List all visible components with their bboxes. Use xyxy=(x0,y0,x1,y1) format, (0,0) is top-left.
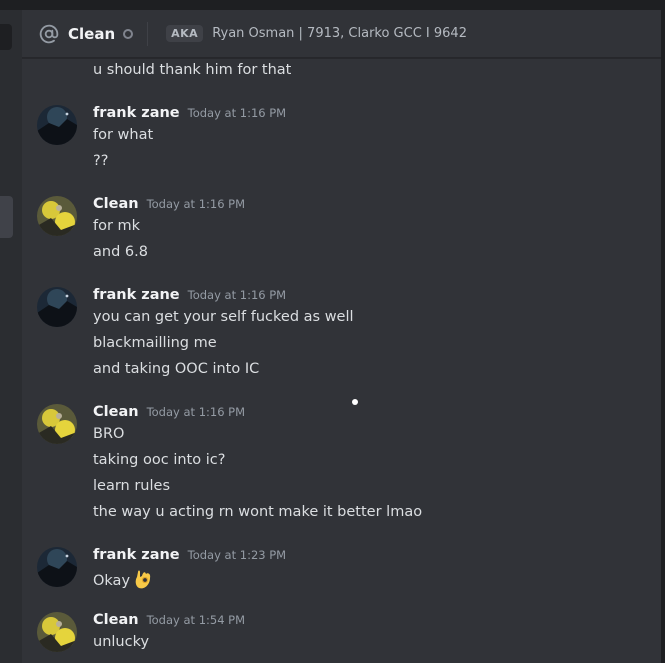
dm-recipient-name[interactable]: Clean xyxy=(68,25,115,43)
message-header: Clean Today at 1:54 PM xyxy=(93,612,245,628)
message-header: Clean Today at 1:16 PM xyxy=(93,404,245,420)
message-text: taking ooc into ic? xyxy=(93,452,226,468)
timestamp: Today at 1:54 PM xyxy=(146,613,246,627)
message-text-okay: Okay xyxy=(93,573,131,589)
author-name[interactable]: frank zane xyxy=(93,547,180,563)
channel-header: Clean AKA Ryan Osman | 7913, Clarko GCC … xyxy=(22,10,661,58)
message-header: Clean Today at 1:16 PM xyxy=(93,196,245,212)
avatar-frank-zane[interactable] xyxy=(37,287,77,327)
message-text: for what xyxy=(93,127,154,143)
message-text: you can get your self fucked as well xyxy=(93,309,354,325)
message-text: blackmailling me xyxy=(93,335,217,351)
mouse-cursor xyxy=(352,399,358,405)
message-text: and taking OOC into IC xyxy=(93,361,260,377)
offline-status-icon xyxy=(123,28,134,39)
author-name[interactable]: Clean xyxy=(93,404,139,420)
avatar-frank-zane[interactable] xyxy=(37,547,77,587)
avatar-clean[interactable] xyxy=(37,612,77,652)
selected-dm-indicator[interactable] xyxy=(0,196,13,238)
message-text: unlucky xyxy=(93,634,150,650)
author-name[interactable]: Clean xyxy=(93,612,139,628)
message-list: u should thank him for that frank zane T… xyxy=(22,59,661,663)
at-sign-icon xyxy=(38,23,60,45)
window-top-strip xyxy=(0,0,665,10)
aka-badge: AKA xyxy=(166,25,204,42)
channel-sidebar-edge xyxy=(0,10,22,663)
author-name[interactable]: frank zane xyxy=(93,287,180,303)
message-text: for mk xyxy=(93,218,141,234)
message-text: and 6.8 xyxy=(93,244,148,260)
message-header: frank zane Today at 1:16 PM xyxy=(93,105,286,121)
message-text: u should thank him for that xyxy=(93,62,292,78)
aka-names: Ryan Osman | 7913, Clarko GCC I 9642 xyxy=(212,26,467,41)
message-text: BRO xyxy=(93,426,125,442)
avatar-clean[interactable] xyxy=(37,404,77,444)
author-name[interactable]: Clean xyxy=(93,196,139,212)
avatar-clean[interactable] xyxy=(37,196,77,236)
message-text: the way u acting rn wont make it better … xyxy=(93,504,423,520)
timestamp: Today at 1:16 PM xyxy=(187,288,287,302)
scrollbar-track[interactable] xyxy=(661,10,665,663)
message-header: frank zane Today at 1:23 PM xyxy=(93,547,286,563)
sidebar-search-edge[interactable] xyxy=(0,24,12,50)
timestamp: Today at 1:16 PM xyxy=(146,197,246,211)
message-text: ?? xyxy=(93,153,109,169)
header-divider xyxy=(147,21,149,46)
timestamp: Today at 1:23 PM xyxy=(187,548,287,562)
avatar-frank-zane[interactable] xyxy=(37,105,77,145)
message-header: frank zane Today at 1:16 PM xyxy=(93,287,286,303)
timestamp: Today at 1:16 PM xyxy=(187,106,287,120)
message-text: learn rules xyxy=(93,478,170,494)
message-text: Okay xyxy=(93,568,153,594)
author-name[interactable]: frank zane xyxy=(93,105,180,121)
ok-hand-icon[interactable] xyxy=(133,568,153,594)
timestamp: Today at 1:16 PM xyxy=(146,405,246,419)
